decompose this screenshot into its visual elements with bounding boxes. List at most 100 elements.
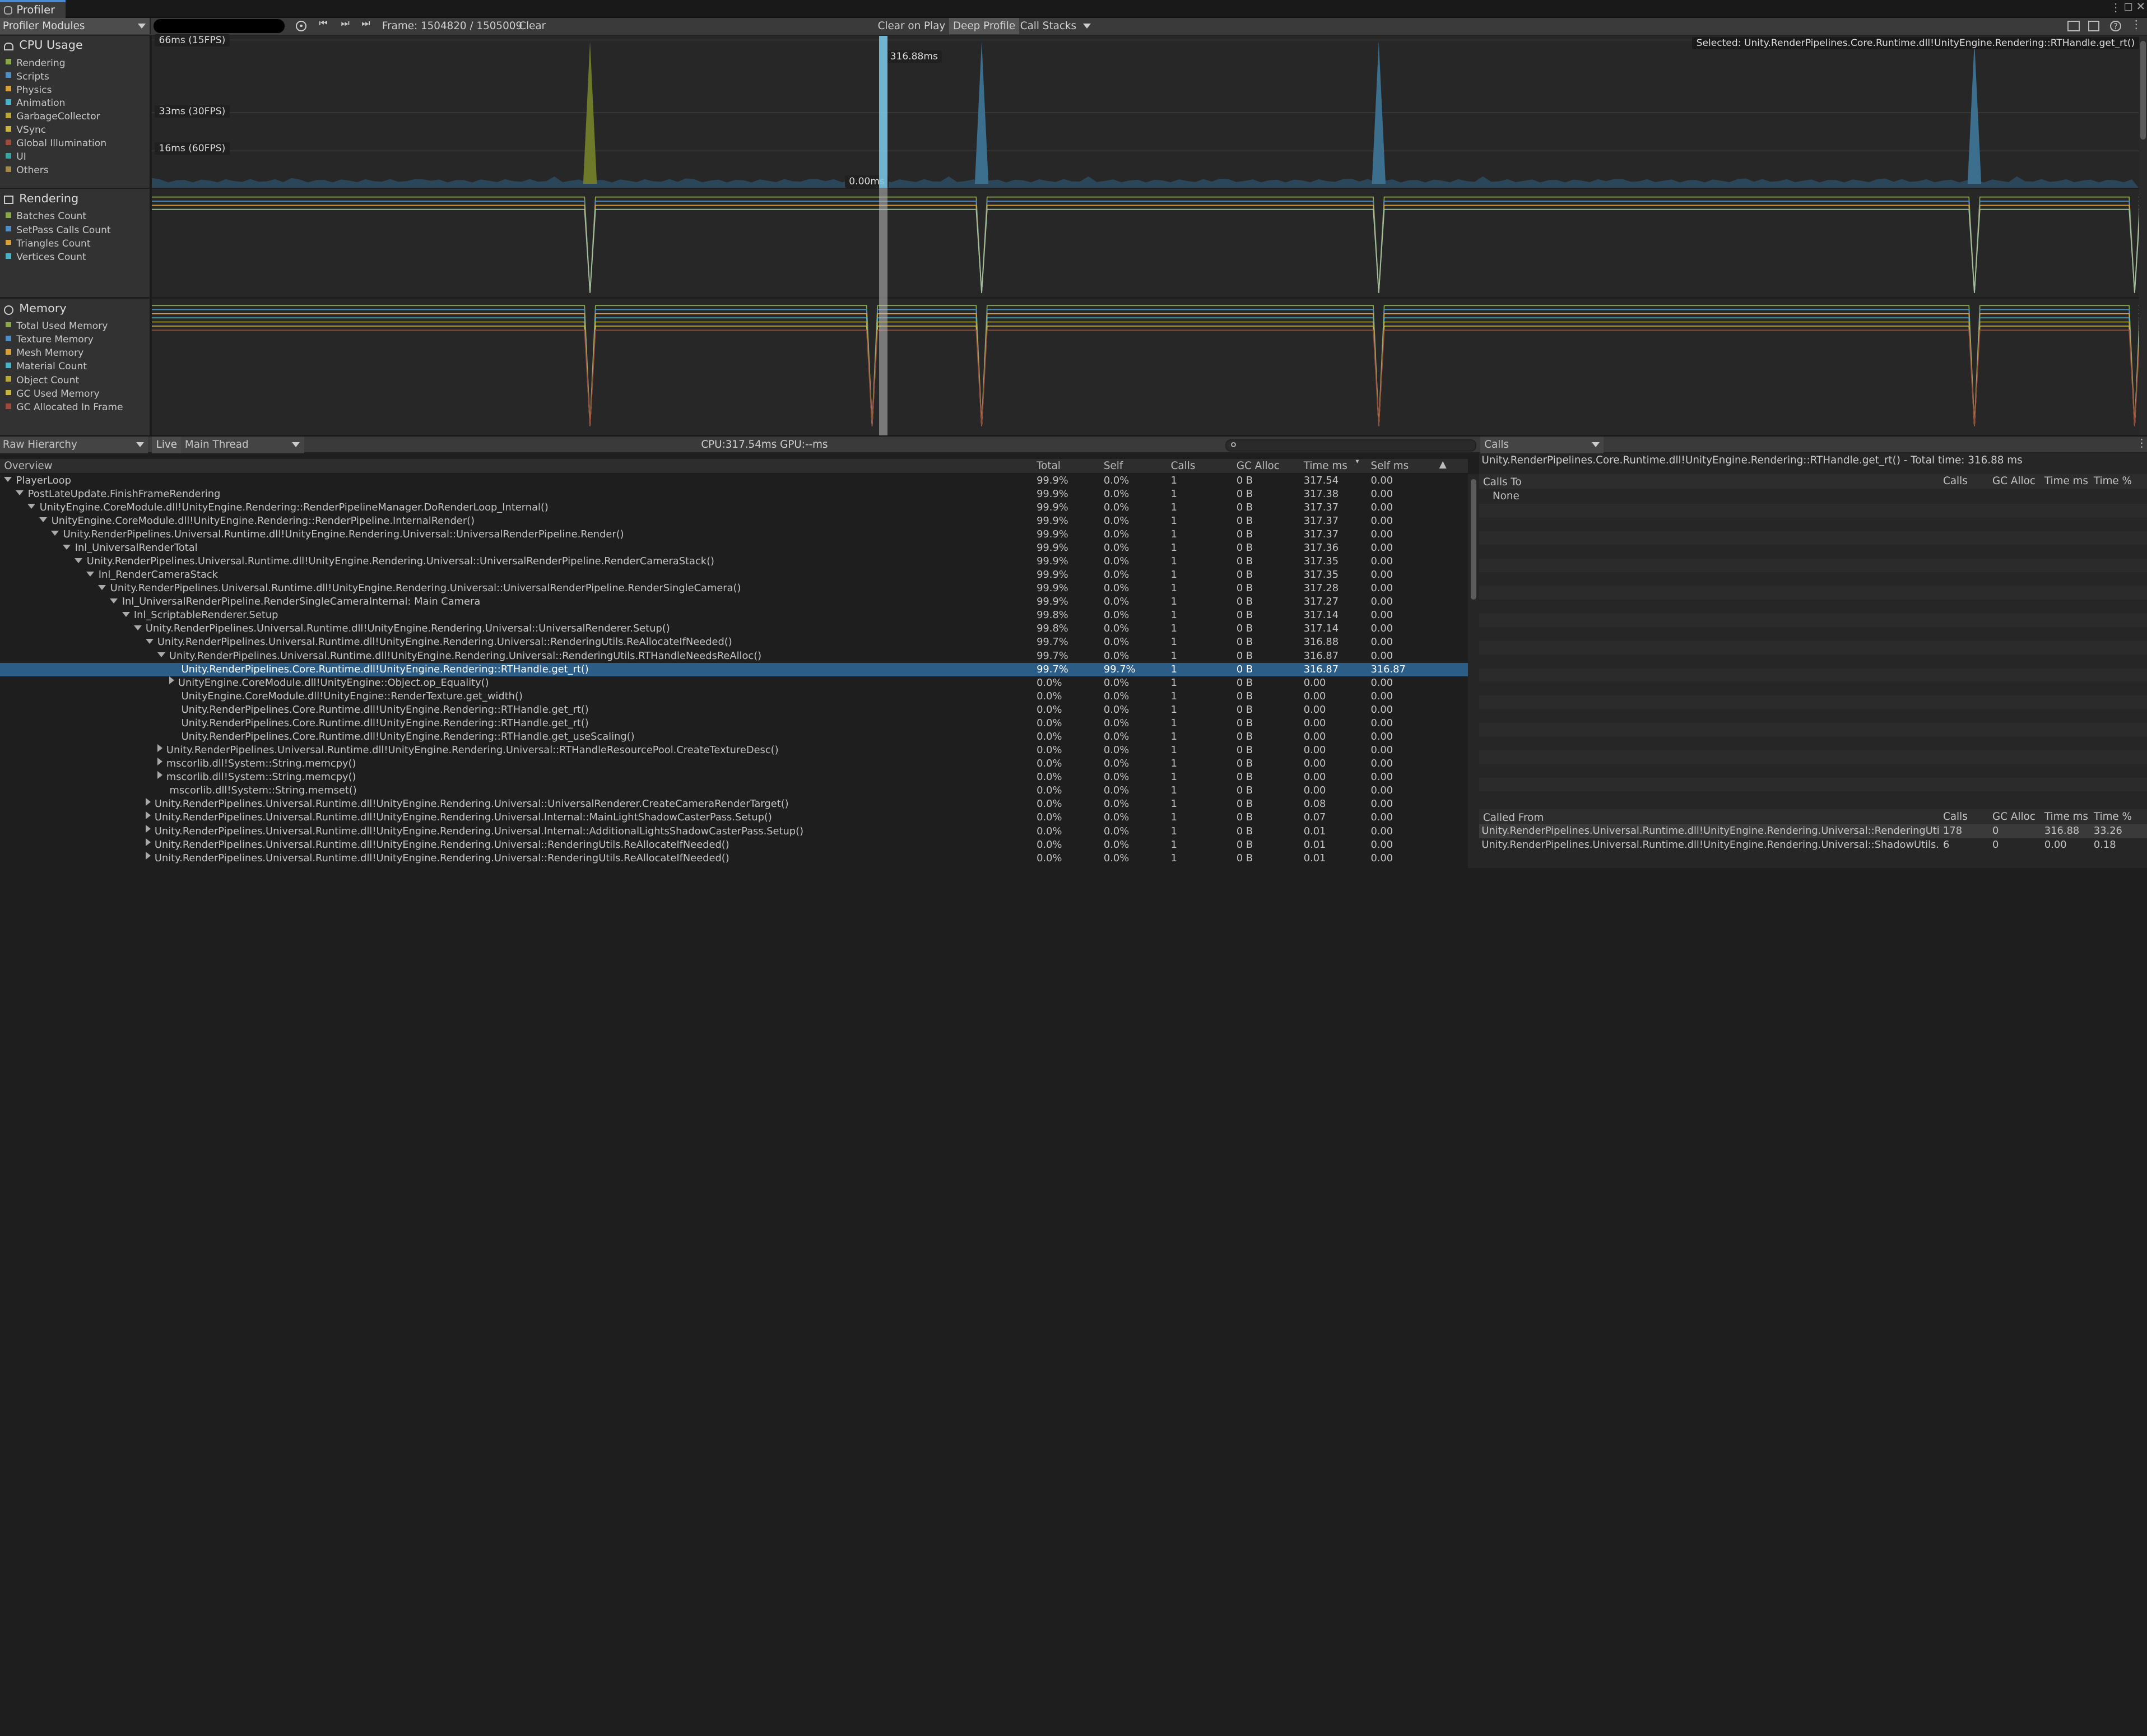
- hierarchy-row[interactable]: UnityEngine.CoreModule.dll!UnityEngine::…: [0, 676, 1468, 690]
- search-input[interactable]: [1225, 439, 1476, 452]
- calls-dropdown[interactable]: Calls: [1480, 437, 1604, 453]
- collapsed-arrow-icon[interactable]: [169, 676, 174, 685]
- called-from-col-time[interactable]: Time ms: [2044, 811, 2088, 823]
- rendering-legend[interactable]: Rendering Batches Count SetPass Calls Cou…: [0, 189, 151, 298]
- cpu-legend-item[interactable]: Rendering: [5, 58, 66, 69]
- hierarchy-row[interactable]: Unity.RenderPipelines.Universal.Runtime.…: [0, 582, 1468, 595]
- deep-profile-button[interactable]: Deep Profile: [949, 17, 1020, 35]
- rendering-legend-item[interactable]: Vertices Count: [5, 252, 86, 263]
- cpu-usage-legend[interactable]: CPU Usage Rendering Scripts Physics Animati…: [0, 35, 151, 188]
- hierarchy-row[interactable]: mscorlib.dll!System::String.memset() 0.0%…: [0, 784, 1468, 797]
- hierarchy-row[interactable]: Unity.RenderPipelines.Universal.Runtime.…: [0, 649, 1468, 663]
- hierarchy-row[interactable]: Unity.RenderPipelines.Core.Runtime.dll!U…: [0, 662, 1468, 676]
- window-menu-icon[interactable]: ⋮: [2110, 1, 2121, 14]
- hierarchy-row[interactable]: Unity.RenderPipelines.Universal.Runtime.…: [0, 744, 1468, 757]
- rendering-legend-item[interactable]: SetPass Calls Count: [5, 225, 111, 236]
- last-frame-icon[interactable]: ⏭: [361, 18, 370, 29]
- memory-legend-item[interactable]: Texture Memory: [5, 334, 94, 345]
- hierarchy-row[interactable]: Inl_UniversalRenderTotal 99.9% 0.0% 1 0 B 317…: [0, 541, 1468, 555]
- hierarchy-row[interactable]: UnityEngine.CoreModule.dll!UnityEngine::…: [0, 690, 1468, 703]
- collapsed-arrow-icon[interactable]: [145, 811, 151, 819]
- profiler-modules-dropdown[interactable]: Profiler Modules: [0, 17, 151, 35]
- hierarchy-row[interactable]: Unity.RenderPipelines.Core.Runtime.dll!U…: [0, 730, 1468, 744]
- collapsed-arrow-icon[interactable]: [145, 797, 151, 806]
- col-total[interactable]: Total: [1037, 460, 1061, 472]
- calls-to-col-pct[interactable]: Time %: [2094, 475, 2132, 487]
- expanded-arrow-icon[interactable]: [4, 477, 12, 482]
- collapsed-arrow-icon[interactable]: [157, 744, 162, 752]
- collapse-columns-icon[interactable]: ▲: [1439, 459, 1447, 470]
- hierarchy-row[interactable]: Unity.RenderPipelines.Universal.Runtime.…: [0, 635, 1468, 649]
- clear-on-play-button[interactable]: Clear on Play: [873, 18, 949, 34]
- live-toggle[interactable]: Live: [152, 437, 182, 453]
- expanded-arrow-icon[interactable]: [133, 625, 142, 630]
- hierarchy-row[interactable]: Inl_ScriptableRenderer.Setup 99.8% 0.0% 1 0 …: [0, 609, 1468, 622]
- hierarchy-row[interactable]: Unity.RenderPipelines.Universal.Runtime.…: [0, 622, 1468, 635]
- call-stacks-dropdown[interactable]: Call Stacks: [1016, 18, 1080, 34]
- record-icon[interactable]: [295, 20, 307, 32]
- expanded-arrow-icon[interactable]: [63, 544, 71, 550]
- cpu-legend-item[interactable]: Scripts: [5, 71, 49, 82]
- expanded-arrow-icon[interactable]: [75, 558, 83, 563]
- hierarchy-row[interactable]: Unity.RenderPipelines.Universal.Runtime.…: [0, 825, 1468, 838]
- collapsed-arrow-icon[interactable]: [145, 838, 151, 847]
- hierarchy-row[interactable]: Unity.RenderPipelines.Universal.Runtime.…: [0, 797, 1468, 811]
- hierarchy-row[interactable]: Unity.RenderPipelines.Universal.Runtime.…: [0, 811, 1468, 824]
- hierarchy-scrollbar[interactable]: [1467, 474, 1479, 869]
- hierarchy-row[interactable]: UnityEngine.CoreModule.dll!UnityEngine.R…: [0, 514, 1468, 528]
- memory-legend-item[interactable]: GC Allocated In Frame: [5, 402, 123, 413]
- calls-to-col-time[interactable]: Time ms: [2044, 475, 2088, 487]
- memory-legend-item[interactable]: Material Count: [5, 361, 87, 372]
- cpu-usage-chart[interactable]: 66ms (15FPS) 33ms (30FPS) 16ms (60FPS) 3…: [152, 34, 2139, 188]
- rendering-legend-item[interactable]: Triangles Count: [5, 238, 91, 249]
- expanded-arrow-icon[interactable]: [86, 571, 95, 577]
- col-gc-alloc[interactable]: GC Alloc: [1237, 460, 1280, 472]
- save-icon[interactable]: [2088, 20, 2099, 32]
- load-icon[interactable]: [2067, 20, 2080, 32]
- collapsed-arrow-icon[interactable]: [157, 757, 162, 765]
- calls-to-col-gc[interactable]: GC Alloc: [1992, 475, 2036, 487]
- hierarchy-row[interactable]: Inl_UniversalRenderPipeline.RenderSingle…: [0, 595, 1468, 609]
- hierarchy-row[interactable]: PostLateUpdate.FinishFrameRendering 99.9%…: [0, 488, 1468, 501]
- hierarchy-row[interactable]: Unity.RenderPipelines.Universal.Runtime.…: [0, 852, 1468, 865]
- cpu-legend-item[interactable]: UI: [5, 151, 26, 163]
- next-frame-icon[interactable]: ⏭: [341, 18, 350, 29]
- view-type-dropdown[interactable]: Raw Hierarchy: [0, 437, 148, 453]
- expanded-arrow-icon[interactable]: [98, 584, 106, 590]
- called-from-row[interactable]: Unity.RenderPipelines.Universal.Runtime.…: [1479, 824, 2147, 838]
- memory-chart[interactable]: [152, 298, 2141, 436]
- expanded-arrow-icon[interactable]: [51, 531, 59, 536]
- col-time-ms[interactable]: Time ms: [1304, 460, 1347, 472]
- target-selector-dropdown[interactable]: [153, 19, 285, 33]
- help-icon[interactable]: ?: [2110, 20, 2121, 32]
- profiler-tab[interactable]: Profiler: [0, 0, 66, 18]
- rendering-legend-item[interactable]: Batches Count: [5, 211, 86, 222]
- memory-legend-item[interactable]: Object Count: [5, 375, 79, 386]
- thread-dropdown[interactable]: Main Thread: [180, 437, 304, 453]
- hierarchy-row[interactable]: Unity.RenderPipelines.Universal.Runtime.…: [0, 838, 1468, 852]
- cpu-legend-item[interactable]: Physics: [5, 85, 52, 96]
- memory-legend-item[interactable]: Mesh Memory: [5, 347, 83, 359]
- col-overview[interactable]: Overview: [4, 460, 52, 472]
- hierarchy-row[interactable]: mscorlib.dll!System::String.memcpy() 0.0%…: [0, 770, 1468, 784]
- hierarchy-row[interactable]: PlayerLoop 99.9% 0.0% 1 0 B 317.54 0.00: [0, 474, 1468, 488]
- clear-button[interactable]: Clear: [515, 18, 550, 34]
- called-from-col-gc[interactable]: GC Alloc: [1992, 811, 2036, 823]
- col-self-ms[interactable]: Self ms: [1370, 460, 1409, 472]
- cpu-legend-item[interactable]: Global Illumination: [5, 138, 106, 149]
- cpu-legend-item[interactable]: VSync: [5, 124, 46, 136]
- called-from-row[interactable]: Unity.RenderPipelines.Universal.Runtime.…: [1479, 838, 2147, 852]
- cpu-legend-item[interactable]: Others: [5, 165, 49, 176]
- panel-menu-icon[interactable]: ⋮: [2136, 437, 2147, 449]
- cpu-legend-item[interactable]: GarbageCollector: [5, 111, 100, 122]
- hierarchy-row[interactable]: Inl_RenderCameraStack 99.9% 0.0% 1 0 B 317.35…: [0, 568, 1468, 582]
- close-icon[interactable]: ✕: [2136, 0, 2145, 13]
- expanded-arrow-icon[interactable]: [39, 517, 48, 522]
- hierarchy-row[interactable]: Unity.RenderPipelines.Universal.Runtime.…: [0, 528, 1468, 541]
- modules-scrollbar[interactable]: [2139, 35, 2147, 436]
- called-from-col-calls[interactable]: Calls: [1943, 811, 1968, 823]
- maximize-icon[interactable]: □: [2124, 1, 2133, 12]
- collapsed-arrow-icon[interactable]: [145, 852, 151, 860]
- memory-legend-item[interactable]: Total Used Memory: [5, 321, 108, 332]
- expanded-arrow-icon[interactable]: [145, 639, 154, 644]
